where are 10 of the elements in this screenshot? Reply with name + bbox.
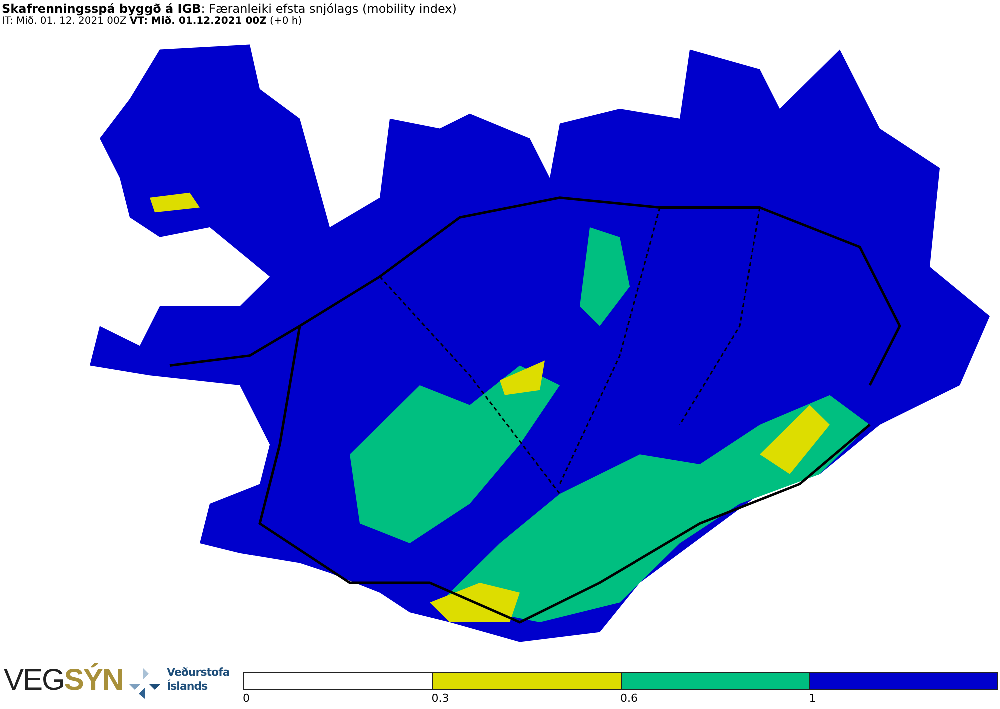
org-name: Veðurstofa (167, 666, 231, 680)
brand-logo: VEGSÝN (4, 664, 124, 698)
legend-label: 0.6 (620, 692, 638, 705)
forecast-time: IT: Mið. 01. 12. 2021 00Z VT: Mið. 01.12.2021 00Z (+0 h) (2, 16, 304, 28)
legend-label: 0 (243, 692, 250, 705)
legend-label: 0.3 (432, 692, 450, 705)
star-logo-icon (127, 666, 164, 700)
map-title: Skafrenningsspá byggð á IGB: Færanleiki efsta snjólags (mobility index) (2, 2, 458, 16)
legend-label: 1 (809, 692, 816, 705)
org-name: Íslands (167, 680, 209, 694)
